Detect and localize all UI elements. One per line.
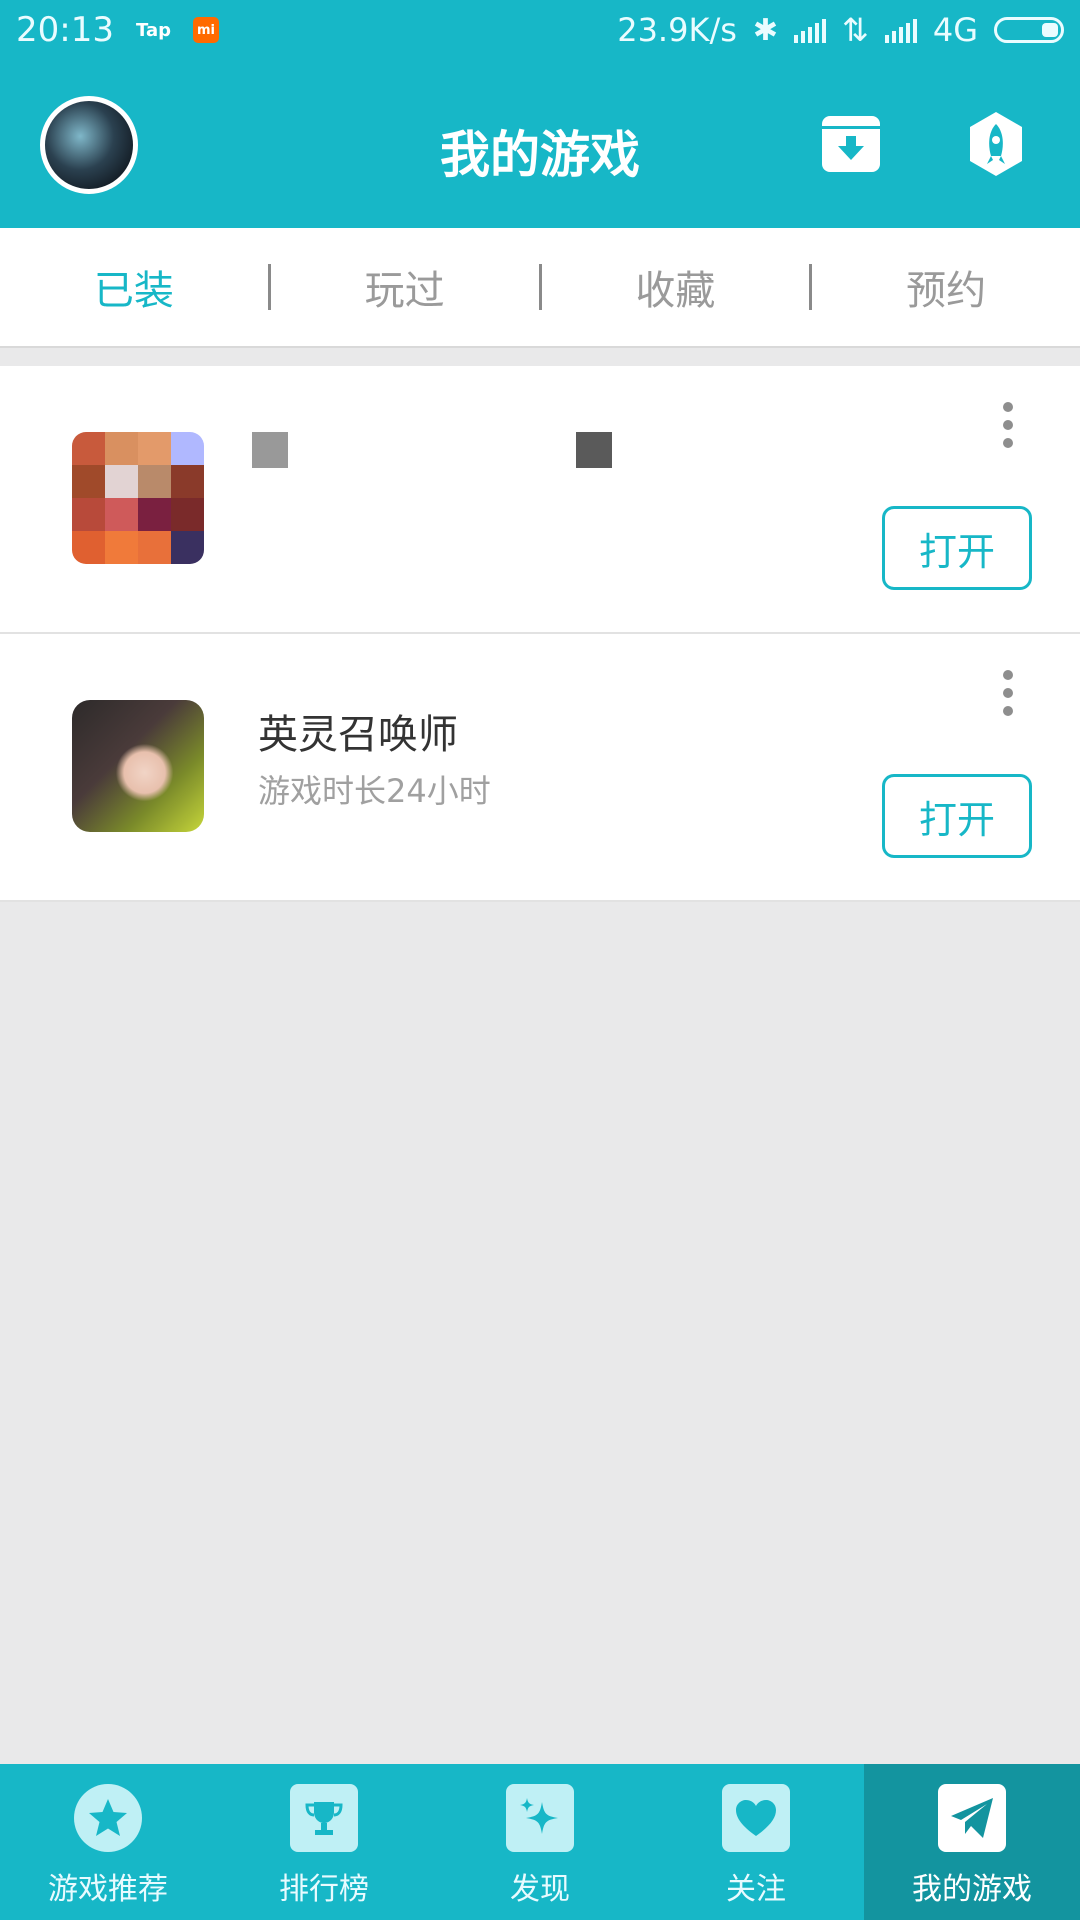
game-icon bbox=[72, 700, 204, 832]
nav-label: 关注 bbox=[726, 1872, 786, 1907]
game-icon bbox=[72, 432, 204, 564]
data-transfer-icon: ⇅ bbox=[842, 11, 869, 49]
nav-label: 我的游戏 bbox=[912, 1872, 1032, 1907]
redacted-block bbox=[576, 432, 612, 468]
screen: 20:13 Tap mi 23.9K/s ✱ ⇅ 4G 我的游戏 已装 玩过 收… bbox=[0, 0, 1080, 1920]
redacted-block bbox=[252, 432, 288, 468]
open-button[interactable]: 打开 bbox=[882, 774, 1032, 858]
more-options-icon[interactable] bbox=[1000, 402, 1016, 448]
nav-following[interactable]: 关注 bbox=[648, 1764, 864, 1920]
bluetooth-icon: ✱ bbox=[752, 12, 779, 48]
more-options-icon[interactable] bbox=[1000, 670, 1016, 716]
signal-icon bbox=[794, 17, 827, 43]
heart-icon bbox=[722, 1784, 790, 1852]
open-button[interactable]: 打开 bbox=[882, 506, 1032, 590]
list-item[interactable]: 英灵召唤师 游戏时长24小时 打开 bbox=[0, 634, 1080, 902]
list-item[interactable]: 打开 bbox=[0, 366, 1080, 634]
network-type: 4G bbox=[932, 11, 978, 49]
sparkle-icon bbox=[506, 1784, 574, 1852]
page-title: 我的游戏 bbox=[440, 126, 640, 184]
tab-bar: 已装 玩过 收藏 预约 bbox=[0, 228, 1080, 348]
tab-favorites[interactable]: 收藏 bbox=[542, 258, 810, 316]
trophy-icon bbox=[290, 1784, 358, 1852]
nav-my-games[interactable]: 我的游戏 bbox=[864, 1764, 1080, 1920]
paper-plane-icon bbox=[938, 1784, 1006, 1852]
nav-label: 排行榜 bbox=[279, 1872, 369, 1907]
battery-icon bbox=[994, 17, 1064, 43]
rocket-icon[interactable] bbox=[966, 110, 1026, 178]
game-name: 英灵召唤师 bbox=[258, 712, 458, 758]
tab-reservations[interactable]: 预约 bbox=[812, 258, 1080, 316]
status-time: 20:13 bbox=[16, 10, 114, 50]
tab-played[interactable]: 玩过 bbox=[271, 258, 539, 316]
signal-icon-2 bbox=[884, 17, 917, 43]
tap-app-icon: Tap bbox=[135, 19, 171, 41]
mi-app-icon: mi bbox=[192, 17, 219, 43]
game-list: 打开 英灵召唤师 游戏时长24小时 打开 bbox=[0, 366, 1080, 902]
download-icon[interactable] bbox=[822, 116, 880, 172]
nav-discover[interactable]: 发现 bbox=[432, 1764, 648, 1920]
nav-label: 发现 bbox=[510, 1872, 570, 1907]
game-playtime: 游戏时长24小时 bbox=[258, 772, 491, 810]
status-bar: 20:13 Tap mi 23.9K/s ✱ ⇅ 4G bbox=[0, 0, 1080, 60]
app-header: 我的游戏 bbox=[0, 60, 1080, 228]
bottom-nav: 游戏推荐 排行榜 发现 关注 我的游戏 bbox=[0, 1764, 1080, 1920]
tab-installed[interactable]: 已装 bbox=[0, 258, 268, 316]
star-icon bbox=[74, 1784, 142, 1852]
nav-label: 游戏推荐 bbox=[48, 1872, 168, 1907]
nav-recommended[interactable]: 游戏推荐 bbox=[0, 1764, 216, 1920]
nav-rankings[interactable]: 排行榜 bbox=[216, 1764, 432, 1920]
network-speed: 23.9K/s bbox=[617, 11, 737, 49]
